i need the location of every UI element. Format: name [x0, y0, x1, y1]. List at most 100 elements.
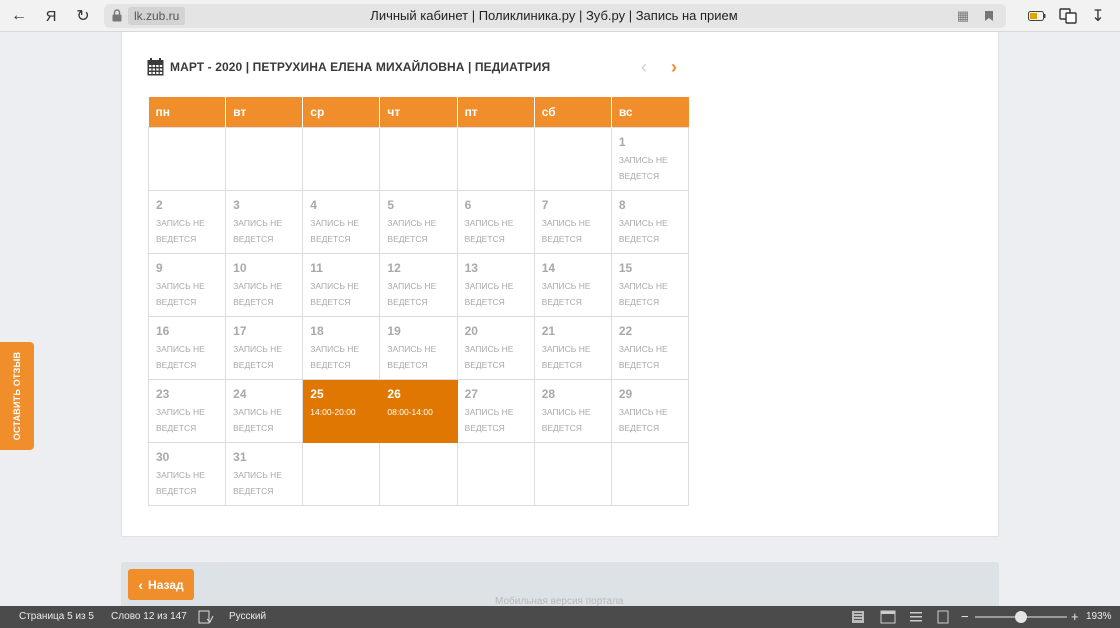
empty-day-cell [456, 441, 535, 506]
lock-icon [112, 9, 122, 22]
empty-day-cell [379, 441, 458, 506]
no-booking-note: ЗАПИСЬ НЕ ВЕДЕТСЯ [541, 280, 591, 307]
day-number: 22 [618, 323, 633, 338]
zoom-in-icon[interactable]: + [1071, 606, 1079, 628]
day-number: 25 [310, 386, 324, 401]
day-cell: 18 ЗАПИСЬ НЕ ВЕДЕТСЯ [302, 315, 381, 380]
empty-day-cell [225, 126, 304, 191]
no-booking-note: ЗАПИСЬ НЕ ВЕДЕТСЯ [618, 343, 668, 370]
print-layout-icon[interactable] [850, 610, 866, 624]
translate-icon[interactable] [1057, 5, 1079, 27]
day-number: 2 [156, 197, 163, 212]
empty-day-cell [379, 126, 458, 191]
empty-day-cell [302, 126, 381, 191]
empty-day-cell [302, 441, 381, 506]
day-number: 5 [387, 197, 395, 212]
bottom-bar: ‹ Назад Мобильная версия портала [121, 562, 999, 606]
reload-icon[interactable]: ↻ [72, 5, 94, 27]
calendar-week-row: 9 ЗАПИСЬ НЕ ВЕДЕТСЯ 10 ЗАПИСЬ НЕ ВЕДЕТСЯ 11 З… [147, 252, 690, 317]
prev-month-chevron-icon[interactable]: ‹ [636, 58, 652, 76]
back-button-label: Назад [148, 577, 184, 592]
day-cell: 10 ЗАПИСЬ НЕ ВЕДЕТСЯ [225, 252, 304, 317]
day-number: 7 [541, 197, 549, 212]
day-cell: 22 ЗАПИСЬ НЕ ВЕДЕТСЯ [610, 315, 690, 380]
day-cell: 23 ЗАПИСЬ НЕ ВЕДЕТСЯ [147, 378, 227, 443]
no-booking-note: ЗАПИСЬ НЕ ВЕДЕТСЯ [156, 280, 205, 307]
day-number: 16 [156, 323, 170, 338]
calendar-week-row: 1 ЗАПИСЬ НЕ ВЕДЕТСЯ [147, 126, 690, 191]
day-number: 6 [464, 197, 472, 212]
no-booking-note: ЗАПИСЬ НЕ ВЕДЕТСЯ [156, 469, 205, 496]
day-cell: 24 ЗАПИСЬ НЕ ВЕДЕТСЯ [225, 378, 304, 443]
calendar-week-row: 2 ЗАПИСЬ НЕ ВЕДЕТСЯ 3 ЗАПИСЬ НЕ ВЕДЕТСЯ 4 ЗАП… [147, 189, 690, 254]
empty-day-cell [533, 441, 612, 506]
day-cell: 8 ЗАПИСЬ НЕ ВЕДЕТСЯ [610, 189, 690, 254]
day-cell: 15 ЗАПИСЬ НЕ ВЕДЕТСЯ [610, 252, 690, 317]
no-booking-note: ЗАПИСЬ НЕ ВЕДЕТСЯ [156, 406, 205, 433]
empty-day-cell [533, 126, 612, 191]
next-month-chevron-icon[interactable]: › [666, 58, 682, 76]
status-bar: Страница 5 из 5 Слово 12 из 147 Русский … [0, 606, 1120, 628]
language-label[interactable]: Русский [229, 606, 266, 628]
download-icon[interactable]: ↧ [1087, 5, 1109, 27]
day-number: 10 [233, 260, 247, 275]
battery-icon[interactable] [1026, 5, 1048, 27]
weekday-header: пн [148, 97, 227, 127]
page-counter: Страница 5 из 5 [19, 611, 94, 622]
translate-off-icon[interactable]: ▦ [954, 7, 972, 25]
empty-day-cell [147, 126, 227, 191]
day-cell: 14 ЗАПИСЬ НЕ ВЕДЕТСЯ [533, 252, 612, 317]
page-title: Личный кабинет | Поликлиника.ру | Зуб.ру… [370, 8, 738, 23]
back-arrow-icon[interactable]: ← [8, 5, 30, 27]
day-cell: 4 ЗАПИСЬ НЕ ВЕДЕТСЯ [302, 189, 381, 254]
available-day-cell[interactable]: 26 08:00-14:00 [379, 378, 458, 443]
web-layout-icon[interactable] [880, 610, 896, 624]
focus-layout-icon[interactable] [935, 610, 951, 624]
no-booking-note: ЗАПИСЬ НЕ ВЕДЕТСЯ [464, 406, 514, 433]
weekday-header-row: пн вт ср чт пт сб вс [148, 97, 689, 127]
calendar-header: МАРТ - 2020 | ПЕТРУХИНА ЕЛЕНА МИХАЙЛОВНА… [147, 57, 550, 77]
available-day-cell[interactable]: 25 14:00-20:00 [302, 378, 381, 443]
day-cell: 20 ЗАПИСЬ НЕ ВЕДЕТСЯ [456, 315, 535, 380]
no-booking-note: ЗАПИСЬ НЕ ВЕДЕТСЯ [541, 406, 591, 433]
no-booking-note: ЗАПИСЬ НЕ ВЕДЕТСЯ [618, 217, 668, 244]
no-booking-note: ЗАПИСЬ НЕ ВЕДЕТСЯ [618, 406, 668, 433]
day-cell: 29 ЗАПИСЬ НЕ ВЕДЕТСЯ [610, 378, 690, 443]
zoom-slider-knob[interactable] [1015, 611, 1027, 623]
address-bar[interactable]: lk.zub.ru Личный кабинет | Поликлиника.р… [104, 4, 1006, 28]
word-counter: Слово 12 из 147 [111, 611, 187, 622]
day-cell: 21 ЗАПИСЬ НЕ ВЕДЕТСЯ [533, 315, 612, 380]
no-booking-note: ЗАПИСЬ НЕ ВЕДЕТСЯ [387, 280, 437, 307]
chevron-left-icon: ‹ [138, 576, 144, 593]
no-booking-note: ЗАПИСЬ НЕ ВЕДЕТСЯ [310, 343, 360, 370]
yandex-button[interactable]: Я [40, 5, 62, 27]
no-booking-note: ЗАПИСЬ НЕ ВЕДЕТСЯ [233, 406, 282, 433]
day-cell: 5 ЗАПИСЬ НЕ ВЕДЕТСЯ [379, 189, 458, 254]
outline-layout-icon[interactable] [908, 610, 924, 624]
calendar-week-row: 16 ЗАПИСЬ НЕ ВЕДЕТСЯ 17 ЗАПИСЬ НЕ ВЕДЕТСЯ 18… [147, 315, 690, 380]
calendar-icon [147, 58, 164, 76]
bookmark-icon[interactable] [980, 7, 998, 25]
day-cell: 7 ЗАПИСЬ НЕ ВЕДЕТСЯ [533, 189, 612, 254]
day-number: 3 [233, 197, 240, 212]
mobile-version-link[interactable]: Мобильная версия портала [495, 596, 624, 606]
weekday-header: пт [457, 97, 535, 127]
day-cell: 9 ЗАПИСЬ НЕ ВЕДЕТСЯ [147, 252, 227, 317]
day-number: 27 [464, 386, 478, 401]
zoom-out-icon[interactable]: − [961, 606, 969, 628]
day-number: 17 [233, 323, 247, 338]
day-number: 9 [156, 260, 163, 275]
back-button[interactable]: ‹ Назад [128, 569, 194, 600]
day-number: 29 [618, 386, 633, 401]
domain-chip[interactable]: lk.zub.ru [128, 7, 186, 25]
no-booking-note: ЗАПИСЬ НЕ ВЕДЕТСЯ [233, 469, 282, 496]
leave-feedback-tab[interactable]: ОСТАВИТЬ ОТЗЫВ [0, 342, 34, 450]
no-booking-note: ЗАПИСЬ НЕ ВЕДЕТСЯ [464, 217, 514, 244]
no-booking-note: ЗАПИСЬ НЕ ВЕДЕТСЯ [233, 280, 282, 307]
calendar-week-row: 23 ЗАПИСЬ НЕ ВЕДЕТСЯ 24 ЗАПИСЬ НЕ ВЕДЕТСЯ 25… [147, 378, 690, 443]
spellcheck-icon[interactable] [198, 610, 214, 624]
day-number: 15 [618, 260, 633, 275]
day-number: 4 [310, 197, 317, 212]
time-slot: 14:00-20:00 [310, 406, 356, 417]
no-booking-note: ЗАПИСЬ НЕ ВЕДЕТСЯ [387, 217, 437, 244]
